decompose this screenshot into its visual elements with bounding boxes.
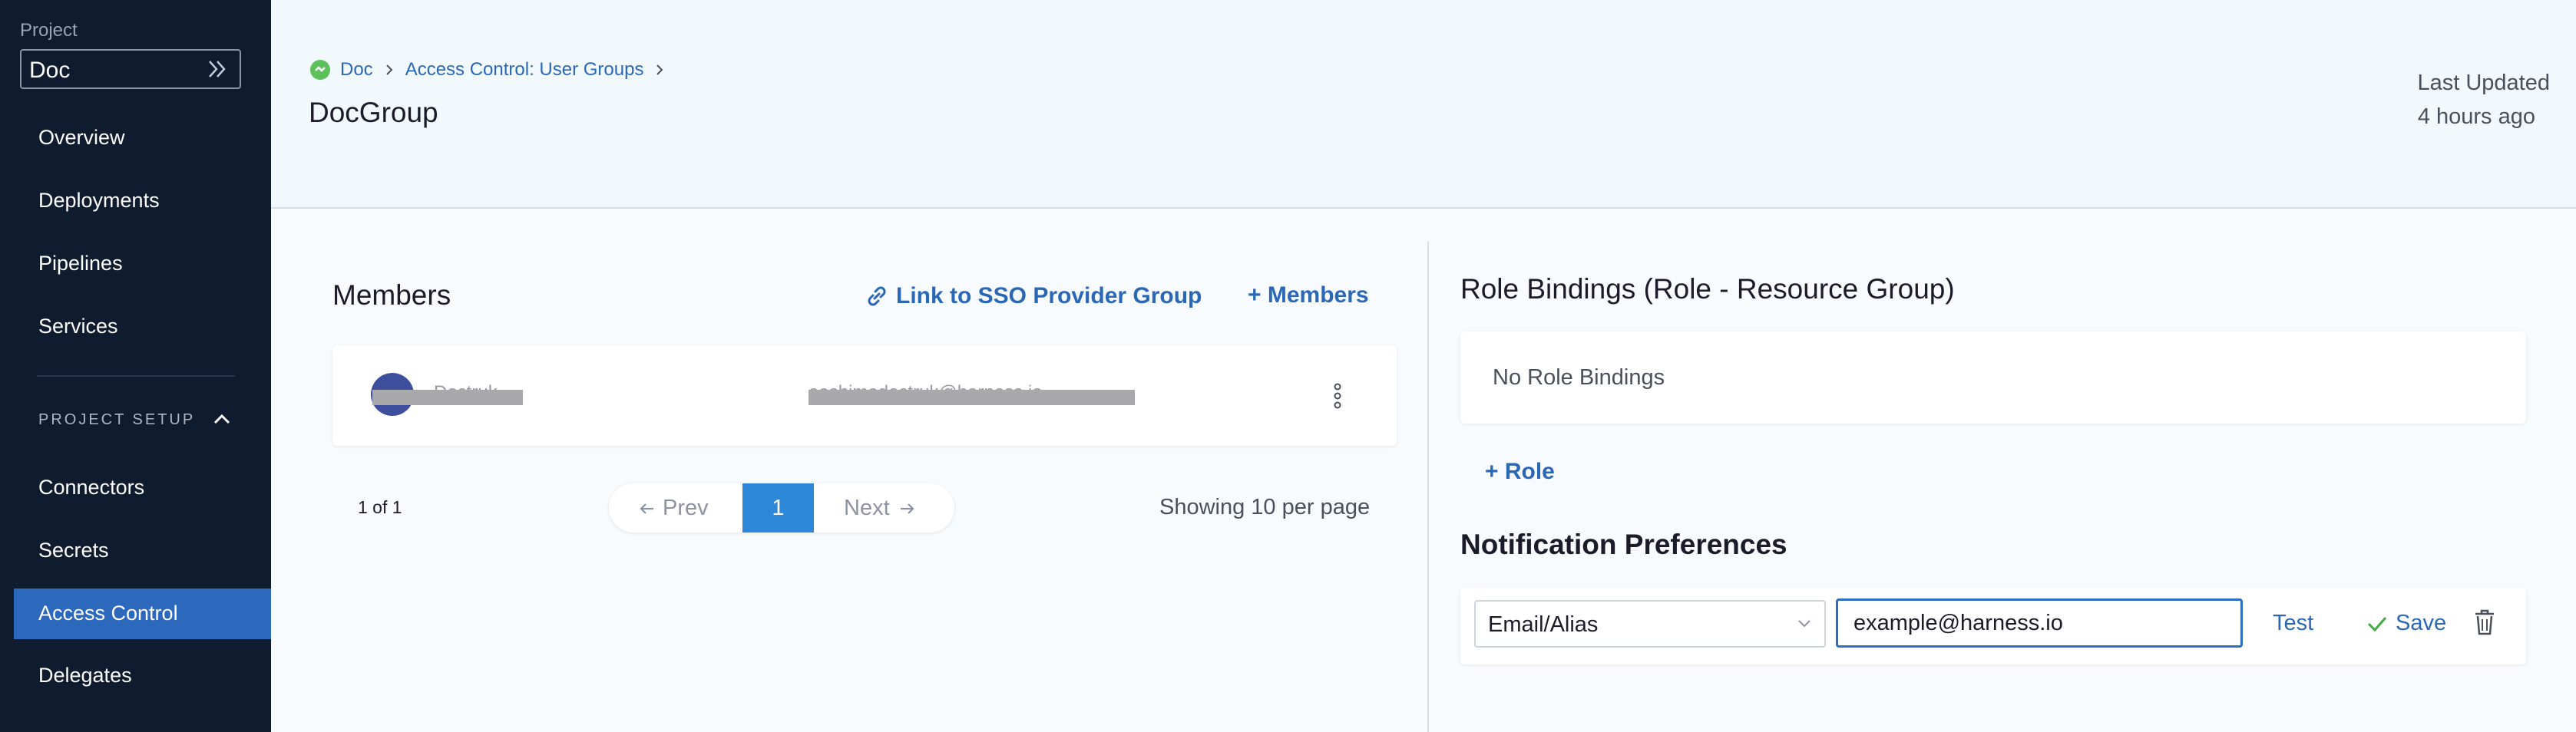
project-logo-icon — [310, 60, 330, 80]
checkmark-icon — [2367, 616, 2387, 631]
link-sso-provider-button[interactable]: Link to SSO Provider Group — [865, 281, 1202, 312]
save-notification-label: Save — [2396, 611, 2447, 635]
role-bindings-title: Role Bindings (Role - Resource Group) — [1460, 273, 1955, 305]
sidebar-item-connectors[interactable]: Connectors — [38, 476, 144, 500]
double-chevron-right-icon — [209, 61, 226, 77]
chevron-right-icon — [385, 64, 393, 75]
notification-channel-value: Email/Alias — [1488, 612, 1599, 637]
redaction-bar — [372, 390, 523, 405]
page-header: Doc Access Control: User Groups DocGroup… — [271, 0, 2576, 209]
sidebar: Project Doc Overview Deployments Pipelin… — [0, 0, 271, 732]
role-bindings-empty-text: No Role Bindings — [1493, 365, 1665, 390]
chevron-up-icon[interactable] — [212, 411, 232, 427]
next-page-label: Next — [844, 496, 890, 520]
notification-email-input[interactable] — [1836, 598, 2243, 648]
next-page-button[interactable]: Next — [844, 496, 916, 521]
arrow-left-icon — [640, 503, 653, 514]
chevron-down-icon — [1798, 620, 1810, 628]
sidebar-item-services[interactable]: Services — [38, 315, 118, 338]
project-selector[interactable]: Doc — [20, 49, 241, 89]
sidebar-item-overview[interactable]: Overview — [38, 126, 125, 150]
chevron-right-icon — [656, 64, 663, 75]
role-bindings-card: No Role Bindings — [1460, 331, 2526, 424]
sidebar-section-project-setup[interactable]: PROJECT SETUP — [38, 411, 195, 429]
member-row: Doctruk aashimadoctruk@harness.io — [332, 345, 1397, 446]
breadcrumb-project[interactable]: Doc — [340, 59, 373, 81]
page-number-current[interactable]: 1 — [742, 483, 814, 533]
link-icon — [868, 286, 886, 306]
sidebar-item-access-control[interactable]: Access Control — [38, 602, 178, 625]
prev-page-button[interactable]: Prev — [638, 496, 709, 521]
project-label: Project — [20, 20, 78, 41]
sidebar-item-deployments[interactable]: Deployments — [38, 189, 160, 213]
page-count: 1 of 1 — [358, 497, 402, 517]
save-notification-button[interactable]: Save — [2366, 611, 2446, 636]
notification-channel-select[interactable]: Email/Alias — [1474, 600, 1826, 648]
project-selector-value: Doc — [29, 58, 71, 83]
last-updated-label: Last Updated — [2417, 71, 2550, 95]
breadcrumb-user-groups[interactable]: Access Control: User Groups — [405, 59, 644, 81]
page-title: DocGroup — [309, 97, 438, 128]
trash-icon[interactable] — [2474, 609, 2495, 635]
sidebar-divider — [37, 375, 235, 377]
redaction-bar — [809, 390, 1135, 405]
sidebar-item-secrets[interactable]: Secrets — [38, 539, 109, 562]
sidebar-item-pipelines[interactable]: Pipelines — [38, 252, 123, 275]
link-sso-provider-label: Link to SSO Provider Group — [896, 283, 1202, 308]
add-role-button[interactable]: + Role — [1485, 459, 1555, 485]
arrow-right-icon — [900, 503, 914, 514]
more-options-icon[interactable] — [1331, 382, 1344, 410]
add-members-button[interactable]: + Members — [1248, 282, 1369, 308]
test-notification-button[interactable]: Test — [2273, 611, 2313, 636]
prev-page-label: Prev — [663, 496, 709, 520]
last-updated-value: 4 hours ago — [2417, 104, 2535, 129]
members-title: Members — [332, 279, 451, 311]
panel-divider — [1427, 242, 1429, 732]
sidebar-item-delegates[interactable]: Delegates — [38, 664, 132, 687]
pagination: Prev 1 Next — [609, 483, 954, 533]
per-page-text: Showing 10 per page — [1159, 495, 1371, 519]
breadcrumb: Doc Access Control: User Groups — [309, 58, 676, 81]
notification-preference-row: Email/Alias Test Save — [1460, 588, 2526, 664]
notification-preferences-title: Notification Preferences — [1460, 529, 1787, 560]
